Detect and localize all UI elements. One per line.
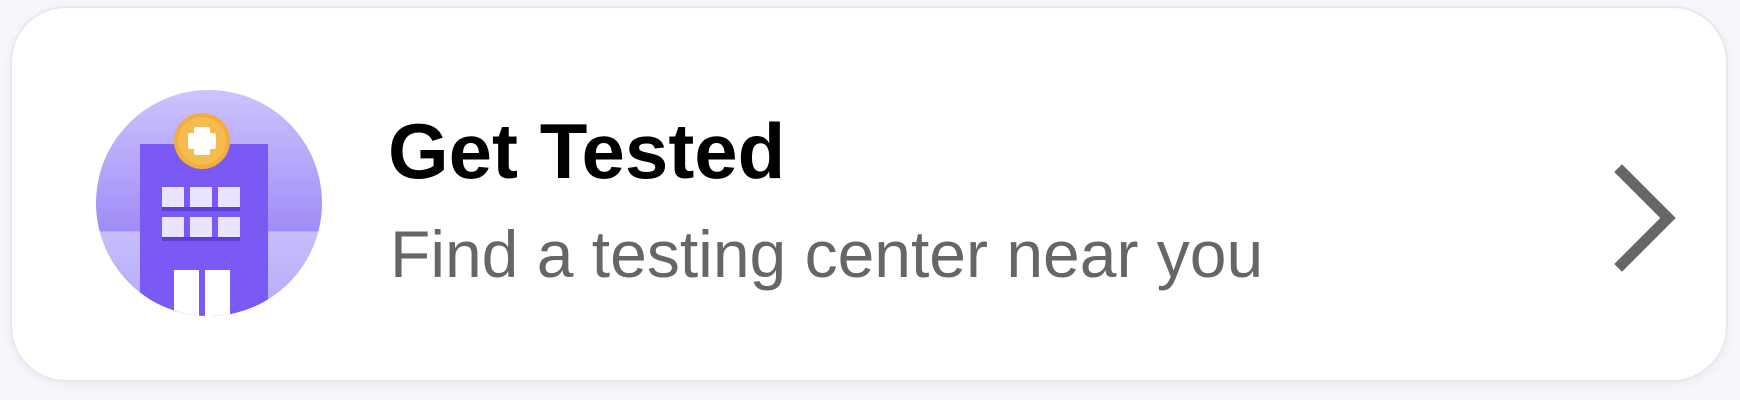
chevron-right-icon[interactable] xyxy=(1612,164,1684,274)
hospital-building-icon xyxy=(90,84,328,322)
card-title: Get Tested xyxy=(388,107,786,195)
card-subtitle: Find a testing center near you xyxy=(390,217,1264,291)
get-tested-card[interactable]: Get Tested Find a testing center near yo… xyxy=(10,6,1728,382)
